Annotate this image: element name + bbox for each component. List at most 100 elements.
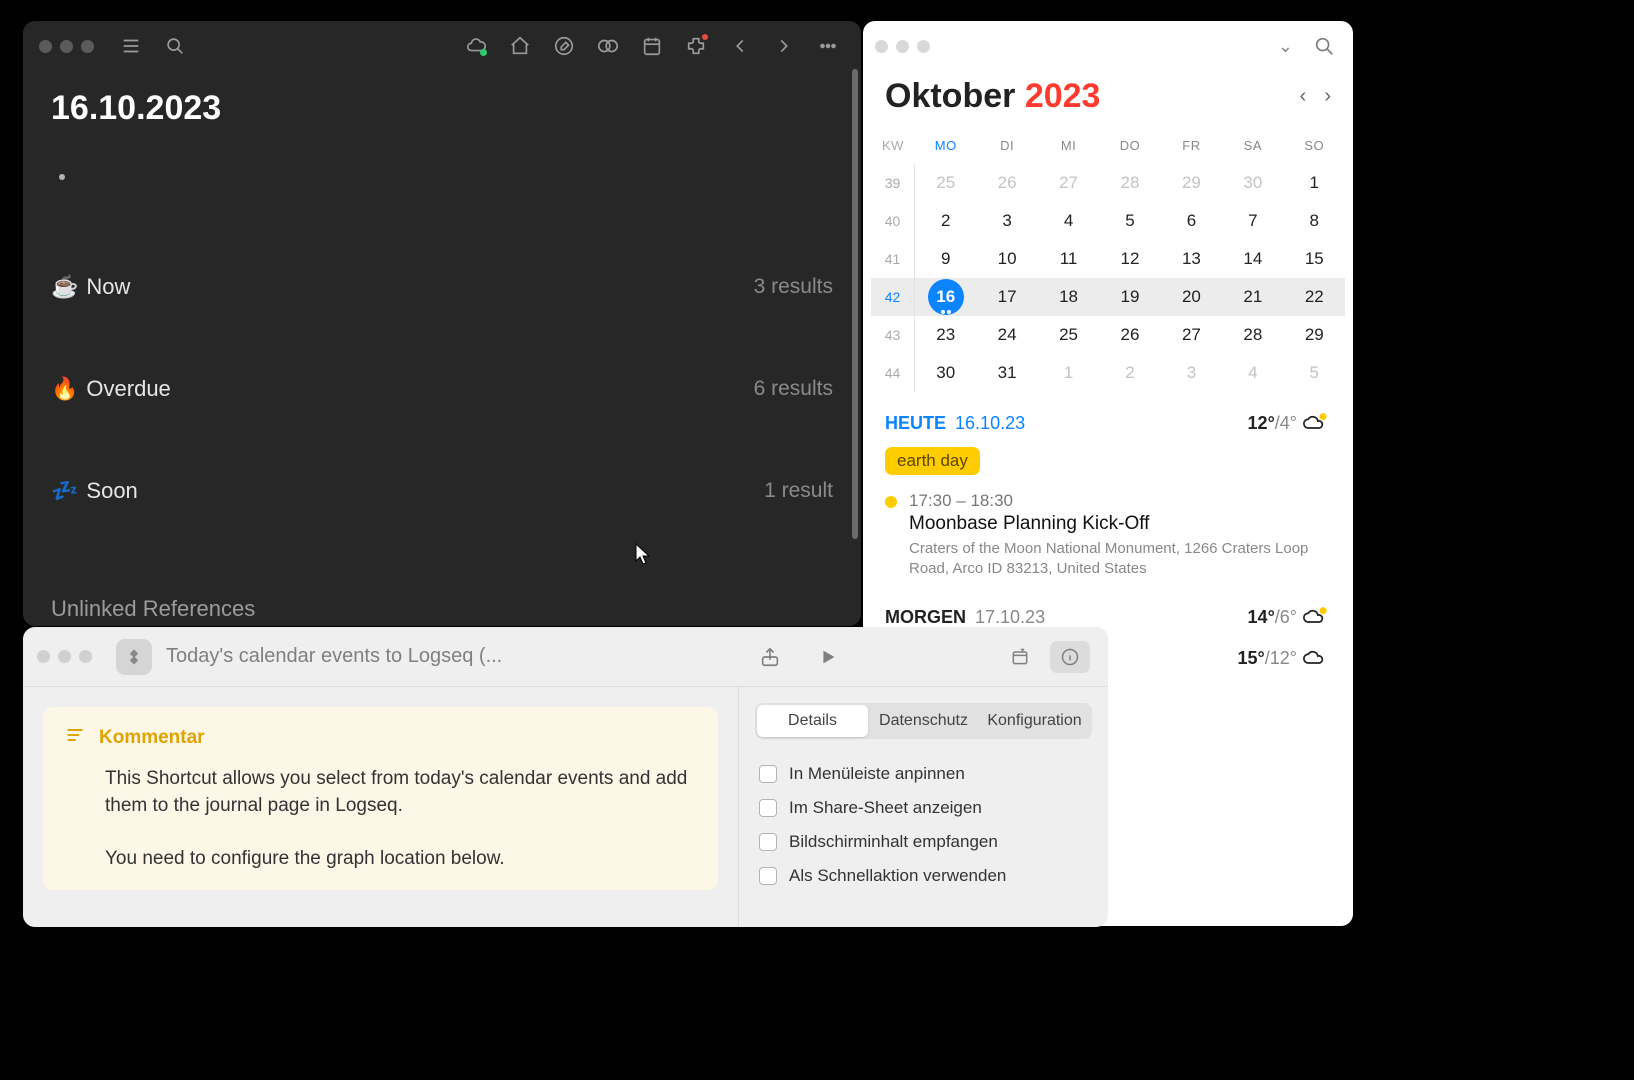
calendar-day[interactable]: 16 bbox=[915, 278, 976, 316]
calendar-day[interactable]: 17 bbox=[976, 278, 1037, 316]
calendar-day[interactable]: 25 bbox=[1038, 316, 1099, 354]
calendar-day[interactable]: 10 bbox=[976, 240, 1037, 278]
calendar-day[interactable]: 21 bbox=[1222, 278, 1283, 316]
search-icon[interactable] bbox=[1307, 29, 1341, 63]
home-icon[interactable] bbox=[503, 29, 537, 63]
journal-title[interactable]: 16.10.2023 bbox=[51, 89, 833, 128]
share-icon[interactable] bbox=[752, 639, 788, 675]
calendar-day[interactable]: 8 bbox=[1284, 202, 1345, 240]
calendar-icon[interactable] bbox=[635, 29, 669, 63]
week-number[interactable]: 44 bbox=[871, 354, 915, 392]
calendar-day[interactable]: 28 bbox=[1222, 316, 1283, 354]
minimize-traffic-light[interactable] bbox=[896, 40, 909, 53]
info-icon[interactable] bbox=[1050, 641, 1090, 673]
zoom-traffic-light[interactable] bbox=[81, 40, 94, 53]
query-soon[interactable]: 💤 Soon 1 result bbox=[51, 468, 833, 514]
checkbox[interactable] bbox=[759, 867, 777, 885]
calendar-day[interactable]: 3 bbox=[1161, 354, 1222, 392]
menu-icon[interactable] bbox=[114, 29, 148, 63]
calendar-day[interactable]: 6 bbox=[1161, 202, 1222, 240]
calendar-day[interactable]: 30 bbox=[1222, 164, 1283, 202]
close-traffic-light[interactable] bbox=[39, 40, 52, 53]
calendar-day[interactable]: 2 bbox=[915, 202, 976, 240]
tab-config[interactable]: Konfiguration bbox=[979, 705, 1090, 737]
back-icon[interactable] bbox=[723, 29, 757, 63]
zoom-traffic-light[interactable] bbox=[917, 40, 930, 53]
close-traffic-light[interactable] bbox=[875, 40, 888, 53]
event-row[interactable]: 17:30 – 18:30 Moonbase Planning Kick-Off… bbox=[885, 485, 1331, 598]
minimize-traffic-light[interactable] bbox=[60, 40, 73, 53]
allday-event[interactable]: earth day bbox=[885, 447, 980, 475]
scrollbar[interactable] bbox=[852, 69, 858, 539]
plugins-icon[interactable] bbox=[679, 29, 713, 63]
temp-high: 14° bbox=[1248, 607, 1275, 627]
calendar-day[interactable]: 9 bbox=[915, 240, 976, 278]
query-now[interactable]: ☕ Now 3 results bbox=[51, 264, 833, 310]
calendar-day[interactable]: 23 bbox=[915, 316, 976, 354]
prev-month-icon[interactable]: ‹ bbox=[1300, 85, 1307, 108]
calendar-day[interactable]: 2 bbox=[1099, 354, 1160, 392]
calendar-day[interactable]: 5 bbox=[1284, 354, 1345, 392]
shortcut-title[interactable]: Today's calendar events to Logseq (... bbox=[166, 645, 738, 668]
calendar-day[interactable]: 18 bbox=[1038, 278, 1099, 316]
calendar-day[interactable]: 13 bbox=[1161, 240, 1222, 278]
calendar-day[interactable]: 5 bbox=[1099, 202, 1160, 240]
query-overdue[interactable]: 🔥 Overdue 6 results bbox=[51, 366, 833, 412]
option-quick-action[interactable]: Als Schnellaktion verwenden bbox=[755, 859, 1092, 893]
calendar-day[interactable]: 1 bbox=[1284, 164, 1345, 202]
calendar-day[interactable]: 12 bbox=[1099, 240, 1160, 278]
option-share-sheet[interactable]: Im Share-Sheet anzeigen bbox=[755, 791, 1092, 825]
unlinked-references[interactable]: Unlinked References bbox=[51, 596, 255, 622]
week-number[interactable]: 39 bbox=[871, 164, 915, 202]
tab-details[interactable]: Details bbox=[757, 705, 868, 737]
calendar-day[interactable]: 20 bbox=[1161, 278, 1222, 316]
calendar-day[interactable]: 4 bbox=[1038, 202, 1099, 240]
tab-privacy[interactable]: Datenschutz bbox=[868, 705, 979, 737]
next-month-icon[interactable]: › bbox=[1324, 85, 1331, 108]
flashcards-icon[interactable] bbox=[591, 29, 625, 63]
calendar-day[interactable]: 7 bbox=[1222, 202, 1283, 240]
week-number[interactable]: 42 bbox=[871, 278, 915, 316]
calendar-day[interactable]: 29 bbox=[1284, 316, 1345, 354]
option-receive-screen[interactable]: Bildschirminhalt empfangen bbox=[755, 825, 1092, 859]
week-number[interactable]: 40 bbox=[871, 202, 915, 240]
play-icon[interactable] bbox=[810, 639, 846, 675]
library-icon[interactable] bbox=[1000, 641, 1040, 673]
calendar-day[interactable]: 15 bbox=[1284, 240, 1345, 278]
calendar-day[interactable]: 25 bbox=[915, 164, 976, 202]
calendar-day[interactable]: 22 bbox=[1284, 278, 1345, 316]
close-traffic-light[interactable] bbox=[37, 650, 50, 663]
edit-icon[interactable] bbox=[547, 29, 581, 63]
checkbox[interactable] bbox=[759, 765, 777, 783]
calendar-day[interactable]: 19 bbox=[1099, 278, 1160, 316]
calendar-day[interactable]: 30 bbox=[915, 354, 976, 392]
calendar-day[interactable]: 28 bbox=[1099, 164, 1160, 202]
comment-action[interactable]: Kommentar This Shortcut allows you selec… bbox=[43, 707, 718, 890]
calendar-day[interactable]: 11 bbox=[1038, 240, 1099, 278]
comment-text[interactable]: This Shortcut allows you select from tod… bbox=[65, 766, 696, 872]
calendar-day[interactable]: 1 bbox=[1038, 354, 1099, 392]
zoom-traffic-light[interactable] bbox=[79, 650, 92, 663]
checkbox[interactable] bbox=[759, 799, 777, 817]
more-icon[interactable] bbox=[811, 29, 845, 63]
calendar-day[interactable]: 26 bbox=[976, 164, 1037, 202]
checkbox[interactable] bbox=[759, 833, 777, 851]
week-number[interactable]: 41 bbox=[871, 240, 915, 278]
calendar-day[interactable]: 29 bbox=[1161, 164, 1222, 202]
empty-bullet[interactable] bbox=[59, 174, 65, 180]
calendar-day[interactable]: 27 bbox=[1161, 316, 1222, 354]
option-pin-menubar[interactable]: In Menüleiste anpinnen bbox=[755, 757, 1092, 791]
chevron-down-icon[interactable]: ⌄ bbox=[1272, 36, 1299, 57]
search-icon[interactable] bbox=[158, 29, 192, 63]
calendar-day[interactable]: 27 bbox=[1038, 164, 1099, 202]
forward-icon[interactable] bbox=[767, 29, 801, 63]
calendar-day[interactable]: 3 bbox=[976, 202, 1037, 240]
week-number[interactable]: 43 bbox=[871, 316, 915, 354]
calendar-day[interactable]: 14 bbox=[1222, 240, 1283, 278]
calendar-day[interactable]: 31 bbox=[976, 354, 1037, 392]
calendar-day[interactable]: 24 bbox=[976, 316, 1037, 354]
calendar-day[interactable]: 26 bbox=[1099, 316, 1160, 354]
calendar-day[interactable]: 4 bbox=[1222, 354, 1283, 392]
minimize-traffic-light[interactable] bbox=[58, 650, 71, 663]
cloud-sync-icon[interactable] bbox=[459, 29, 493, 63]
